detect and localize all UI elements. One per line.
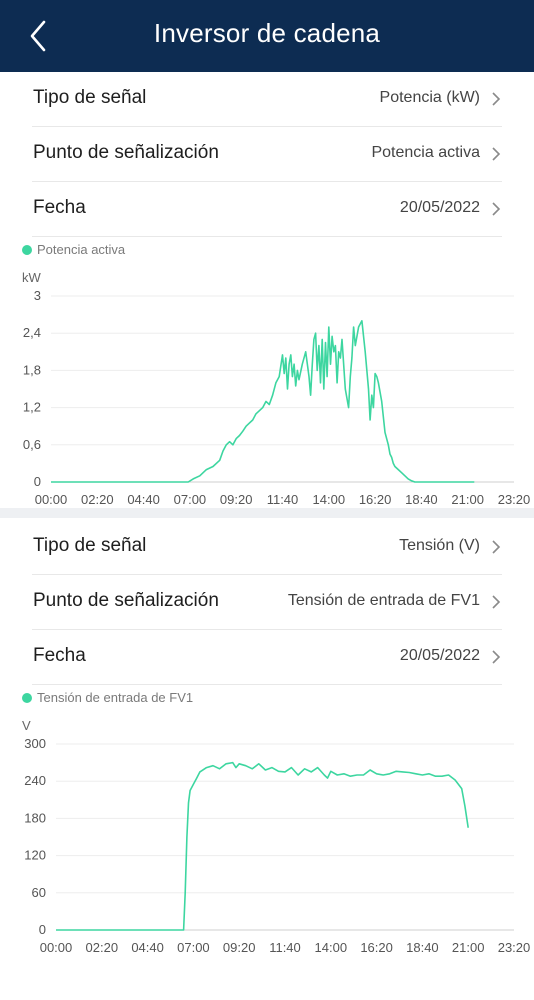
date-label: Fecha	[33, 197, 86, 218]
signal-point-label: Punto de señalización	[33, 142, 219, 163]
signal-point-value: Potencia activa	[371, 144, 480, 161]
legend-label: Potencia activa	[37, 242, 126, 257]
x-tick-label: 16:20	[360, 940, 393, 955]
x-tick-label: 21:00	[451, 492, 484, 507]
section-divider	[0, 508, 534, 518]
chevron-right-icon	[492, 595, 501, 609]
y-tick-label: 0	[39, 922, 46, 937]
y-axis-unit: V	[22, 718, 31, 733]
signal-type-row[interactable]: Tipo de señal Potencia (kW)	[32, 72, 502, 127]
x-tick-label: 02:20	[86, 940, 119, 955]
page-title: Inversor de cadena	[153, 18, 381, 48]
app-header: Inversor de cadena	[0, 0, 534, 72]
y-tick-label: 1,8	[23, 362, 41, 377]
x-tick-label: 00:00	[40, 940, 73, 955]
signal-type-value: Tensión (V)	[399, 537, 480, 554]
series-line	[51, 319, 475, 483]
chevron-right-icon	[492, 92, 501, 106]
signal-point-row[interactable]: Punto de señalización Tensión de entrada…	[32, 575, 502, 630]
y-tick-label: 1,2	[23, 400, 41, 415]
x-tick-label: 11:40	[267, 492, 299, 507]
power-chart: kW 0 0,6 1,2 1,8 2,4 3 00:00 02:20 04:40 07:00 09:2…	[22, 270, 531, 507]
x-tick-label: 04:40	[131, 940, 164, 955]
x-tick-label: 21:00	[452, 940, 485, 955]
date-label: Fecha	[33, 645, 86, 666]
y-axis-unit: kW	[22, 270, 42, 285]
x-tick-label: 23:20	[498, 492, 531, 507]
x-tick-label: 14:00	[313, 492, 346, 507]
y-tick-label: 0	[34, 474, 41, 489]
date-value: 20/05/2022	[399, 199, 480, 216]
date-row[interactable]: Fecha 20/05/2022	[32, 630, 502, 685]
chevron-right-icon	[492, 202, 501, 216]
x-tick-label: 04:40	[127, 492, 160, 507]
y-tick-label: 2,4	[23, 325, 41, 340]
signal-type-label: Tipo de señal	[33, 535, 147, 556]
x-tick-label: 16:20	[359, 492, 392, 507]
y-tick-label: 60	[32, 885, 46, 900]
x-tick-label: 14:00	[315, 940, 348, 955]
y-tick-label: 240	[24, 773, 46, 788]
chevron-right-icon	[492, 540, 501, 554]
signal-type-label: Tipo de señal	[33, 87, 147, 108]
x-tick-label: 02:20	[81, 492, 114, 507]
legend-dot-icon	[22, 693, 32, 703]
x-tick-label: 09:20	[223, 940, 256, 955]
date-value: 20/05/2022	[399, 647, 480, 664]
signal-type-row[interactable]: Tipo de señal Tensión (V)	[32, 520, 502, 575]
x-tick-label: 18:40	[405, 492, 438, 507]
y-tick-label: 300	[24, 736, 46, 751]
x-tick-label: 23:20	[498, 940, 531, 955]
x-tick-label: 09:20	[220, 492, 253, 507]
signal-point-label: Punto de señalización	[33, 590, 219, 611]
voltage-chart: V 0 60 120 180 240 300 00:00 02:20 04:40 07:00 09:2…	[22, 718, 531, 955]
x-tick-label: 18:40	[406, 940, 439, 955]
chevron-right-icon	[492, 650, 501, 664]
x-tick-label: 07:00	[177, 940, 210, 955]
x-tick-label: 07:00	[174, 492, 207, 507]
signal-point-row[interactable]: Punto de señalización Potencia activa	[32, 127, 502, 182]
series-line	[56, 761, 469, 931]
y-tick-label: 3	[34, 288, 41, 303]
chart-legend: Tensión de entrada de FV1	[22, 690, 193, 705]
date-row[interactable]: Fecha 20/05/2022	[32, 182, 502, 237]
chevron-right-icon	[492, 147, 501, 161]
legend-label: Tensión de entrada de FV1	[37, 690, 194, 705]
chart-legend: Potencia activa	[22, 242, 125, 257]
legend-dot-icon	[22, 245, 32, 255]
y-tick-label: 180	[24, 810, 46, 825]
signal-type-value: Potencia (kW)	[379, 89, 480, 106]
x-tick-label: 00:00	[35, 492, 68, 507]
signal-point-value: Tensión de entrada de FV1	[287, 592, 480, 609]
y-tick-label: 120	[24, 848, 46, 863]
x-tick-label: 11:40	[269, 940, 301, 955]
y-tick-label: 0,6	[23, 437, 41, 452]
